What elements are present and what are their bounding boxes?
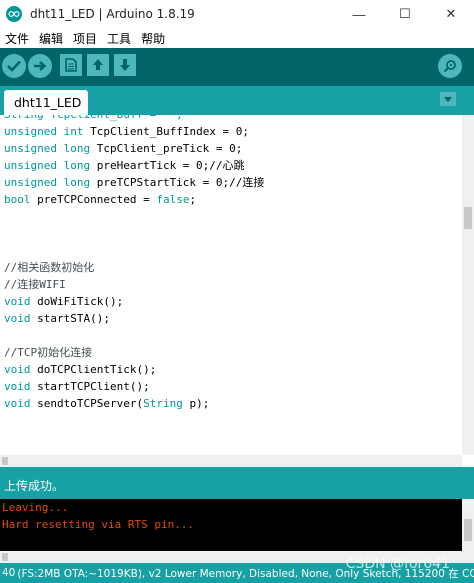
chevron-down-icon — [444, 96, 452, 102]
code-line: bool preTCPConnected = false; — [4, 191, 196, 208]
upload-icon — [34, 61, 47, 71]
code-token: unsigned long — [4, 142, 91, 155]
menu-file[interactable]: 文件 — [0, 30, 34, 47]
line-number: 40 — [2, 567, 16, 579]
code-token: void — [4, 363, 31, 376]
code-token: //TCP初始化连接 — [4, 346, 93, 359]
tab-dht11-led[interactable]: dht11_LED — [4, 90, 88, 115]
menu-tools[interactable]: 工具 — [102, 30, 136, 47]
code-token: preTCPConnected = — [30, 193, 157, 206]
code-token: //连接WIFI — [4, 278, 66, 291]
code-token: unsigned long — [4, 176, 91, 189]
close-button[interactable]: ✕ — [428, 0, 474, 28]
menu-edit[interactable]: 编辑 — [34, 30, 68, 47]
status-message: 上传成功。 — [4, 478, 65, 493]
menu-bar: 文件 编辑 项目 工具 帮助 — [0, 28, 474, 48]
editor-scroll-thumb[interactable] — [464, 207, 472, 229]
code-token: String — [143, 397, 183, 410]
minimize-button[interactable]: — — [336, 0, 382, 28]
code-line: void startSTA(); — [4, 310, 110, 327]
open-button[interactable] — [87, 54, 109, 76]
menu-help[interactable]: 帮助 — [136, 30, 170, 47]
code-token: ; — [189, 193, 197, 206]
status-bar: 上传成功。 — [0, 471, 474, 499]
code-token: bool — [4, 193, 31, 206]
code-line: void doTCPClientTick(); — [4, 361, 156, 378]
watermark: CSDN @for641 — [345, 556, 450, 572]
code-line: unsigned long preHeartTick = 0;//心跳 — [4, 157, 245, 174]
editor-hscroll-thumb[interactable] — [2, 457, 8, 465]
maximize-button[interactable]: ☐ — [382, 0, 428, 28]
save-button[interactable] — [114, 54, 136, 76]
code-editor[interactable]: String TcpClient_Buff = ""; unsigned int … — [0, 115, 474, 467]
console-vertical-scrollbar[interactable] — [462, 499, 474, 551]
window-controls: — ☐ ✕ — [336, 0, 474, 28]
toolbar — [0, 48, 474, 86]
console-line: Leaving... — [2, 501, 69, 514]
code-line: unsigned long preTCPStartTick = 0;//连接 — [4, 174, 264, 191]
tab-strip: dht11_LED — [0, 86, 474, 115]
code-token: unsigned long — [4, 159, 91, 172]
arduino-logo-icon — [6, 6, 22, 22]
code-token: preTCPStartTick = 0;//连接 — [90, 176, 265, 189]
code-line: String TcpClient_Buff = ""; — [4, 115, 183, 123]
code-line: void doWiFiTick(); — [4, 293, 123, 310]
code-token: void — [4, 397, 31, 410]
tab-menu-button[interactable] — [440, 92, 456, 106]
new-file-icon — [65, 58, 77, 72]
console-scroll-thumb[interactable] — [464, 519, 472, 541]
code-line: void startTCPClient(); — [4, 378, 150, 395]
verify-button[interactable] — [2, 54, 26, 78]
title-bar: dht11_LED | Arduino 1.8.19 — ☐ ✕ — [0, 0, 474, 28]
code-line: void sendtoTCPServer(String p); — [4, 395, 209, 412]
code-token: startSTA(); — [30, 312, 110, 325]
code-token: //相关函数初始化 — [4, 261, 95, 274]
console-line: Hard resetting via RTS pin... — [2, 518, 195, 531]
code-token: TcpClient_BuffIndex = 0; — [83, 125, 250, 138]
console-hscroll-thumb[interactable] — [2, 553, 8, 561]
code-token: doWiFiTick(); — [30, 295, 124, 308]
upload-button[interactable] — [28, 54, 52, 78]
code-token: unsigned int — [4, 125, 84, 138]
arrow-down-icon — [120, 59, 130, 71]
console-output: Leaving... Hard resetting via RTS pin... — [0, 499, 474, 551]
verify-icon — [7, 60, 21, 72]
code-token: void — [4, 380, 31, 393]
menu-sketch[interactable]: 项目 — [68, 30, 102, 47]
serial-monitor-button[interactable] — [438, 54, 462, 78]
code-token: startTCPClient(); — [30, 380, 150, 393]
new-button[interactable] — [60, 54, 82, 76]
code-token: String TcpClient_Buff = ""; — [4, 115, 183, 121]
code-token: preHeartTick = 0;//心跳 — [90, 159, 245, 172]
code-line: unsigned int TcpClient_BuffIndex = 0; — [4, 123, 249, 140]
editor-vertical-scrollbar[interactable] — [462, 115, 474, 455]
code-line: //相关函数初始化 — [4, 259, 94, 276]
code-line: unsigned long TcpClient_preTick = 0; — [4, 140, 242, 157]
code-token: TcpClient_preTick = 0; — [90, 142, 243, 155]
code-token: sendtoTCPServer( — [30, 397, 144, 410]
magnifier-icon — [443, 60, 456, 73]
code-line: //连接WIFI — [4, 276, 66, 293]
code-line: //TCP初始化连接 — [4, 344, 92, 361]
code-token: void — [4, 295, 31, 308]
code-token: void — [4, 312, 31, 325]
code-token: p); — [182, 397, 210, 410]
editor-horizontal-scrollbar[interactable] — [0, 455, 462, 467]
arrow-up-icon — [93, 59, 103, 70]
window-title: dht11_LED | Arduino 1.8.19 — [30, 7, 195, 21]
code-token: false — [156, 193, 190, 206]
code-token: doTCPClientTick(); — [30, 363, 157, 376]
